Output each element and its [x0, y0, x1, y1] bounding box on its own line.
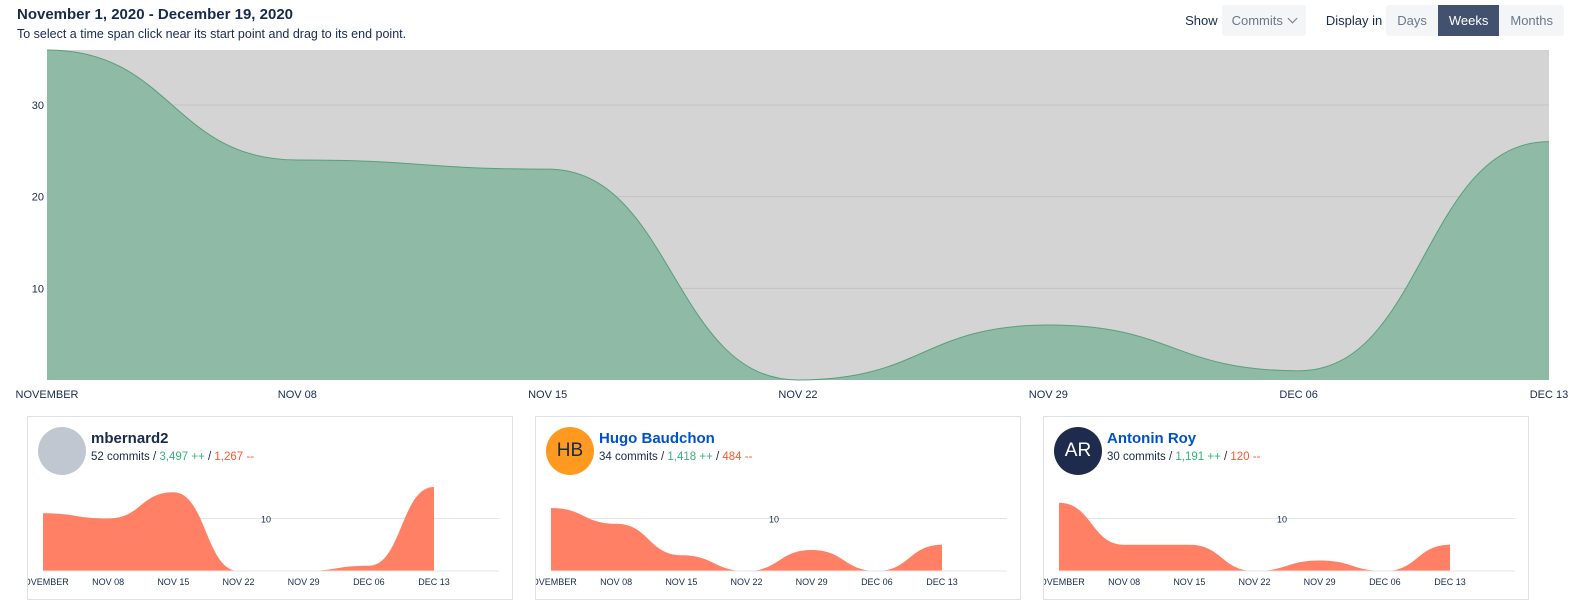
x-tick-label: NOV 08: [600, 577, 632, 587]
avatar: HB: [546, 427, 594, 475]
contributor-name-link[interactable]: Antonin Roy: [1107, 430, 1196, 447]
display-toggle: Days Weeks Months: [1386, 5, 1564, 36]
y-tick-label: 10: [1277, 515, 1287, 525]
additions-count: 1,191 ++: [1175, 451, 1221, 463]
display-days-button[interactable]: Days: [1386, 5, 1438, 36]
additions-count: 3,497 ++: [159, 451, 205, 463]
avatar: [38, 427, 86, 475]
x-tick-label: DEC 13: [418, 577, 450, 587]
contributor-card-hugo-baudchon: HB Hugo Baudchon 34 commits / 1,418 ++ /…: [535, 416, 1021, 600]
x-tick-label: NOVEMBER: [16, 389, 79, 401]
y-tick-label: 10: [261, 515, 271, 525]
y-tick-label: 30: [32, 100, 44, 112]
x-tick-label: NOV 29: [1304, 577, 1336, 587]
chart-controls: Show Commits Display in Days Weeks Month…: [1185, 5, 1564, 36]
series-area: [551, 508, 942, 571]
display-label: Display in: [1325, 13, 1383, 28]
contributor-name: mbernard2: [91, 430, 169, 447]
show-label: Show: [1185, 13, 1218, 28]
x-tick-label: NOV 15: [528, 389, 567, 401]
x-tick-label: NOVEMBER: [536, 577, 577, 587]
x-tick-label: DEC 06: [1279, 389, 1318, 401]
commit-count: 30 commits: [1107, 451, 1166, 463]
x-tick-label: NOV 08: [92, 577, 124, 587]
contributor-chart: 10 NOVEMBER NOV 08 NOV 15 NOV 22 NOV 29 DEC 06…: [1044, 502, 1515, 587]
commit-count: 52 commits: [91, 451, 150, 463]
x-tick-label: NOV 08: [278, 389, 317, 401]
contributor-card-antonin-roy: AR Antonin Roy 30 commits / 1,191 ++ / 1…: [1043, 416, 1529, 600]
x-tick-label: NOV 15: [665, 577, 697, 587]
x-tick-label: DEC 06: [861, 577, 893, 587]
commit-count: 34 commits: [599, 451, 658, 463]
contributor-chart: 10 NOVEMBER NOV 08 NOV 15 NOV 22 NOV 29 DEC 06…: [536, 508, 1007, 587]
deletions-count: 1,267 --: [214, 451, 255, 463]
avatar: AR: [1054, 427, 1102, 475]
show-select[interactable]: Commits: [1221, 5, 1306, 36]
x-tick-label: NOVEMBER: [28, 577, 69, 587]
contributor-card-mbernard2: mbernard2 52 commits / 3,497 ++ / 1,267 …: [27, 416, 513, 600]
x-tick-label: NOV 22: [778, 389, 817, 401]
x-tick-label: NOV 29: [288, 577, 320, 587]
y-tick-label: 20: [32, 192, 44, 204]
display-months-button[interactable]: Months: [1499, 5, 1564, 36]
x-tick-label: NOV 22: [222, 577, 254, 587]
x-tick-label: NOV 22: [1238, 577, 1270, 587]
contributor-stats: 34 commits / 1,418 ++ / 484 --: [599, 451, 753, 463]
y-tick-label: 10: [32, 283, 44, 295]
series-area: [43, 487, 434, 571]
x-tick-label: NOVEMBER: [1044, 577, 1085, 587]
header-title: November 1, 2020 - December 19, 2020: [17, 6, 293, 23]
x-tick-label: NOV 15: [1173, 577, 1205, 587]
x-tick-label: DEC 13: [926, 577, 958, 587]
x-tick-label: NOV 29: [1029, 389, 1068, 401]
x-tick-label: DEC 13: [1434, 577, 1466, 587]
show-select-value: Commits: [1231, 13, 1283, 28]
deletions-count: 120 --: [1230, 451, 1261, 463]
series-area: [1059, 502, 1450, 571]
contributor-chart: 10 NOVEMBER NOV 08 NOV 15 NOV 22 NOV 29 DEC 06…: [28, 487, 499, 587]
avatar-initials: AR: [1064, 440, 1092, 461]
additions-count: 1,418 ++: [667, 451, 713, 463]
header-subtitle: To select a time span click near its sta…: [17, 27, 407, 41]
y-tick-label: 10: [769, 515, 779, 525]
x-tick-label: DEC 06: [353, 577, 385, 587]
x-tick-label: DEC 06: [1369, 577, 1401, 587]
commits-chart[interactable]: 10 20 30 NOVEMBER NOV 08 NOV 15 NOV 22 NOV 29 DE…: [0, 40, 1580, 410]
x-tick-label: NOV 15: [157, 577, 189, 587]
contributor-stats: 52 commits / 3,497 ++ / 1,267 --: [91, 451, 255, 463]
chevron-down-icon: [1287, 13, 1298, 24]
x-tick-label: NOV 29: [796, 577, 828, 587]
deletions-count: 484 --: [722, 451, 753, 463]
x-tick-label: DEC 13: [1530, 389, 1569, 401]
contributor-stats: 30 commits / 1,191 ++ / 120 --: [1107, 451, 1261, 463]
avatar-initials: HB: [556, 440, 584, 461]
x-tick-label: NOV 22: [730, 577, 762, 587]
x-tick-label: NOV 08: [1108, 577, 1140, 587]
contributor-name-link[interactable]: Hugo Baudchon: [599, 430, 715, 447]
display-weeks-button[interactable]: Weeks: [1437, 5, 1500, 36]
